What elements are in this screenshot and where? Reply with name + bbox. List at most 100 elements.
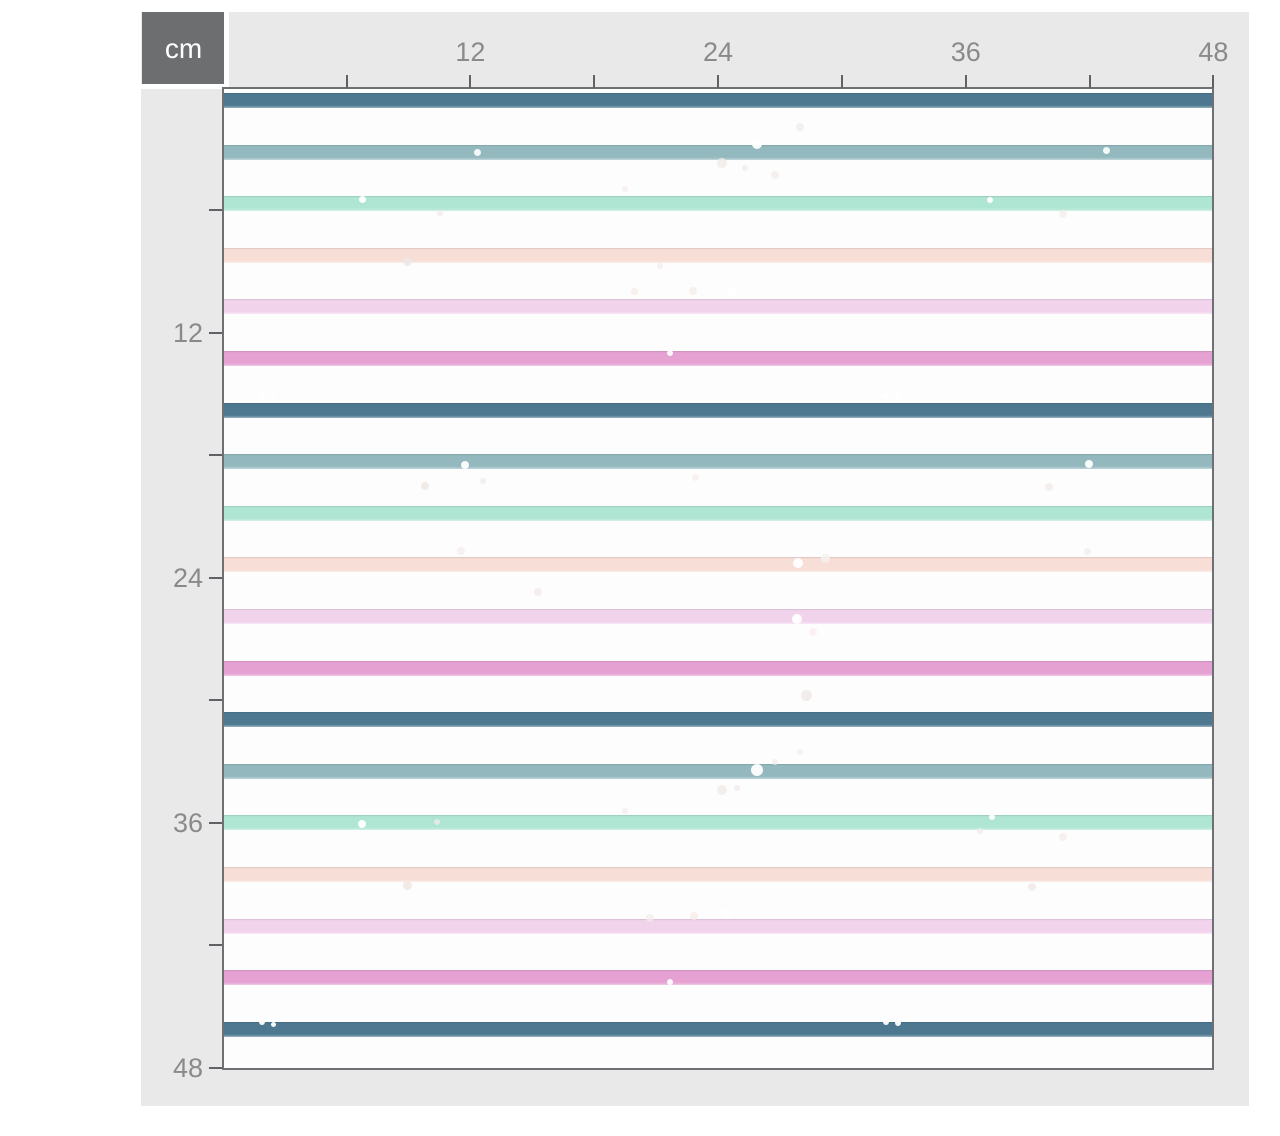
fabric-speckle [434,819,440,825]
left-ruler-tick [209,944,222,946]
fabric-stripe-slate-blue [224,712,1212,727]
fabric-speckle [690,912,698,920]
top-ruler-tick [1089,75,1091,88]
fabric-speckle [721,909,730,918]
fabric-speckle [727,288,736,297]
fabric-stripe-light-pink [224,919,1212,934]
left-ruler-label: 12 [143,317,203,349]
fabric-speckle [883,1019,889,1025]
fabric-pattern-preview[interactable] [222,87,1214,1070]
fabric-preview-page: cm 1212242436364848 [0,0,1280,1136]
fabric-stripe-mint [224,815,1212,830]
fabric-speckle [1059,833,1067,841]
top-ruler-label: 48 [1173,36,1253,68]
fabric-stripe-dusty-teal [224,454,1212,469]
fabric-speckle [734,785,740,791]
fabric-speckle [793,558,803,568]
fabric-stripe-dusty-teal [224,764,1212,779]
fabric-stripe-light-pink [224,609,1212,624]
top-ruler-tick [469,75,471,88]
top-ruler-tick [593,75,595,88]
fabric-stripe-peach [224,248,1212,263]
fabric-speckle [1085,460,1093,468]
left-ruler-tick [209,454,222,456]
ruler-corner-gap-horizontal [141,84,229,89]
fabric-speckle [403,881,412,890]
fabric-speckle [989,814,995,820]
fabric-speckle [1084,548,1091,555]
fabric-speckle [801,690,812,701]
fabric-stripe-dusty-teal [224,145,1212,160]
fabric-speckle [534,588,542,596]
fabric-speckle [657,263,663,269]
fabric-speckle [772,759,778,765]
fabric-speckle [771,171,779,179]
top-ruler-tick [841,75,843,88]
fabric-speckle [692,474,699,481]
fabric-speckle [457,547,465,555]
fabric-speckle [622,186,628,192]
top-ruler-label: 12 [430,36,510,68]
top-ruler-tick [346,75,348,88]
fabric-speckle [667,979,673,985]
ruler-corner-gap-vertical [224,12,229,89]
top-ruler-label: 36 [926,36,1006,68]
fabric-speckle [270,396,275,401]
fabric-stripe-peach [224,867,1212,882]
unit-toggle[interactable]: cm [142,12,225,85]
fabric-speckle [895,394,901,400]
fabric-stripe-orchid-pink [224,970,1212,985]
fabric-speckle [977,828,983,834]
fabric-speckle [792,614,802,624]
fabric-speckle [895,1020,901,1026]
fabric-speckle [797,749,803,755]
unit-label: cm [165,33,202,65]
fabric-stripe-orchid-pink [224,661,1212,676]
fabric-stripe-peach [224,557,1212,572]
fabric-stripe-slate-blue [224,93,1212,108]
fabric-speckle [421,482,429,490]
fabric-speckle [717,785,727,795]
fabric-speckle [667,350,673,356]
fabric-speckle [646,914,654,922]
fabric-speckle [480,478,486,484]
left-ruler-tick [209,699,222,701]
left-ruler-tick [209,1067,222,1069]
fabric-stripe-slate-blue [224,403,1212,418]
fabric-speckle [259,394,265,400]
top-ruler-tick [1212,75,1214,88]
fabric-speckle [358,820,366,828]
fabric-speckle [437,210,443,216]
left-ruler-label: 48 [143,1052,203,1084]
left-ruler-tick [209,577,222,579]
fabric-speckle [622,808,628,814]
left-ruler-tick [209,822,222,824]
fabric-speckle [271,1022,276,1027]
fabric-stripe-slate-blue [224,1022,1212,1037]
fabric-stripe-mint [224,506,1212,521]
fabric-speckle [1103,147,1110,154]
fabric-speckle [821,554,830,563]
fabric-speckle [1045,483,1053,491]
fabric-speckle [689,287,697,295]
fabric-speckle [631,288,638,295]
fabric-speckle [796,123,804,131]
fabric-speckle [883,393,889,399]
fabric-speckle [987,197,993,203]
fabric-speckle [259,1019,265,1025]
fabric-stripe-orchid-pink [224,351,1212,366]
fabric-speckle [461,461,469,469]
fabric-stripe-mint [224,196,1212,211]
fabric-speckle [752,139,762,149]
fabric-speckle [1028,883,1036,891]
fabric-stripe-light-pink [224,299,1212,314]
fabric-speckle [403,257,412,266]
fabric-speckle [474,149,481,156]
left-ruler-tick [209,332,222,334]
top-ruler-tick [717,75,719,88]
fabric-speckle [809,628,817,636]
fabric-speckle [751,764,763,776]
left-ruler-label: 24 [143,562,203,594]
fabric-speckle [1059,210,1067,218]
top-ruler-tick [965,75,967,88]
